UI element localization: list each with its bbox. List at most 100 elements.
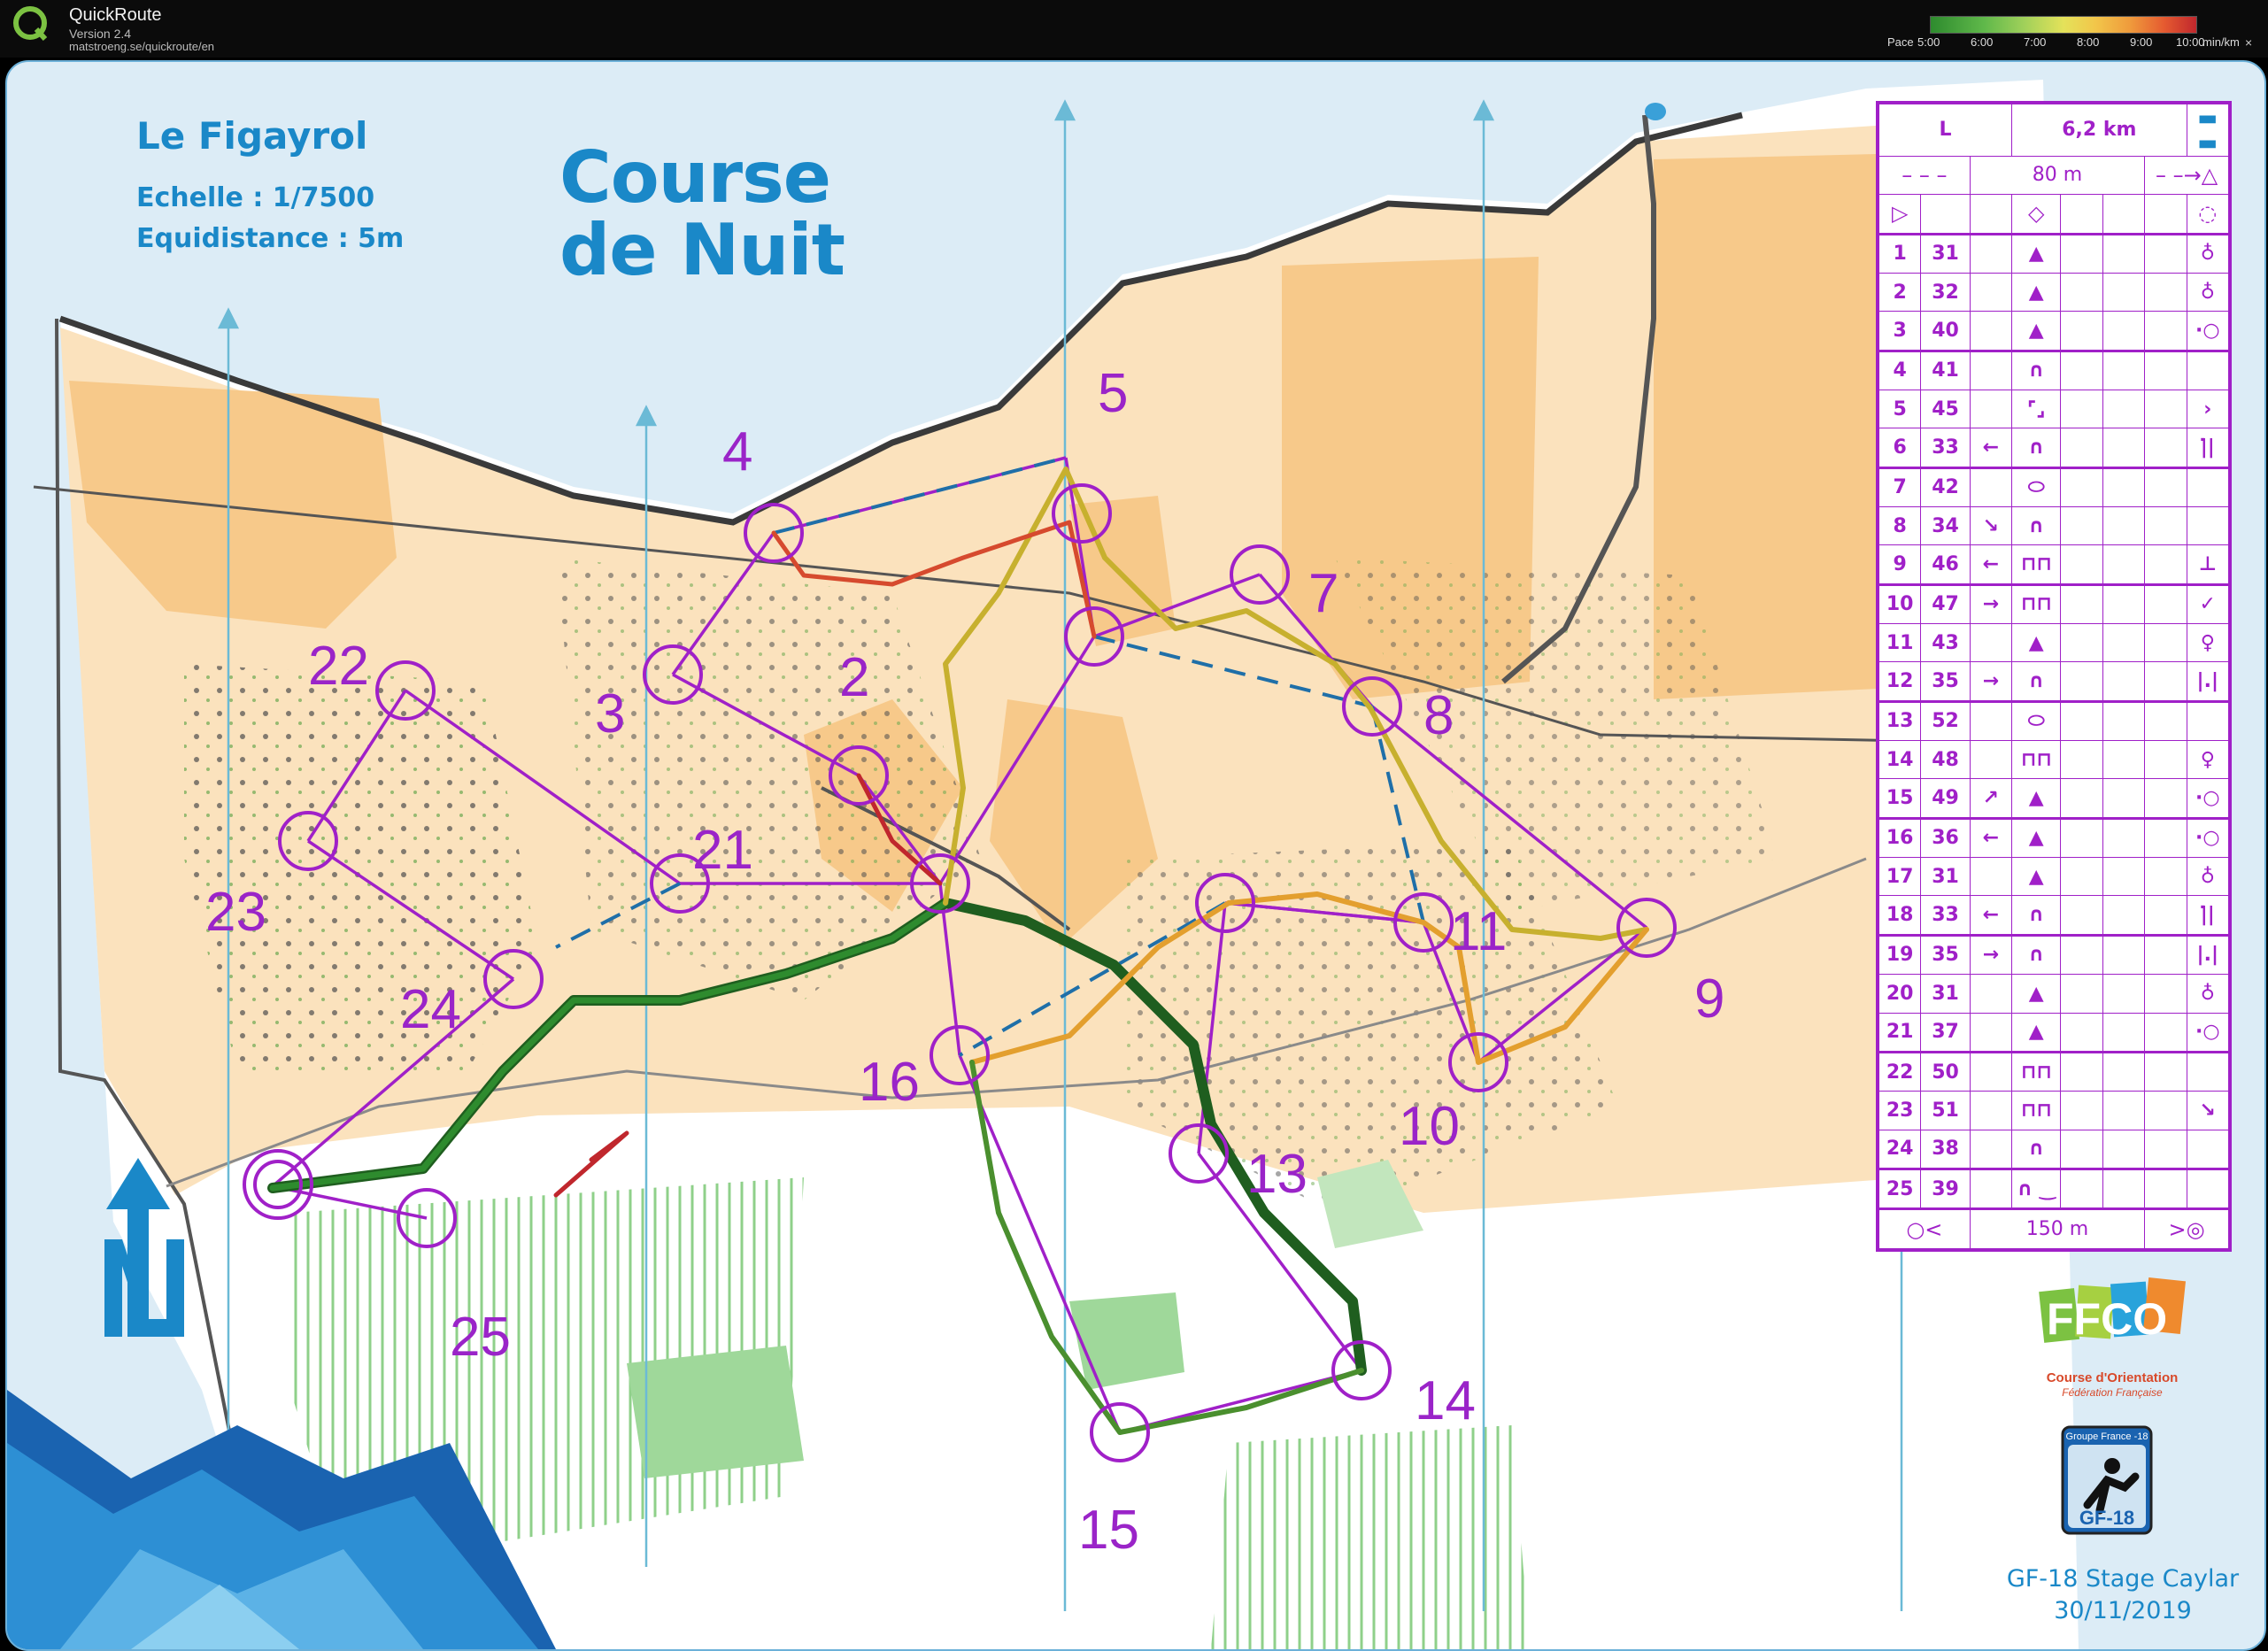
control-direction [1969, 1012, 2013, 1053]
control-feature: ▲ [2011, 311, 2062, 351]
control-feature: ▲ [2011, 816, 2062, 859]
control-col-e [2060, 1167, 2103, 1210]
control-direction: ← [1969, 544, 2013, 585]
control-row: 8 34 ↘ ∩ [1878, 505, 2230, 546]
control-col-f [2102, 428, 2146, 468]
control-code: 51 [1920, 1091, 1971, 1130]
control-direction: ← [1969, 895, 2013, 936]
event-title-line2: de Nuit [559, 209, 845, 292]
control-code: 52 [1920, 699, 1971, 742]
control-detail: ♁ [2186, 974, 2230, 1014]
control-code: 31 [1920, 857, 1971, 897]
control-col-g [2144, 661, 2187, 702]
control-row: 13 52 ⬭ [1878, 699, 2230, 742]
control-feature: ▲ [2011, 778, 2062, 819]
control-row: 25 39 ∩ ‿ [1878, 1167, 2230, 1210]
control-code: 37 [1920, 1012, 1971, 1053]
start-triangle-icon: – –→△ [2144, 155, 2229, 196]
control-number: 10 [1399, 1096, 1460, 1157]
orienteering-map[interactable]: Le Figayrol Echelle : 1/7500 Equidistanc… [5, 60, 2266, 1651]
control-number: 2 [839, 647, 870, 708]
control-col-f [2102, 699, 2146, 742]
app-url[interactable]: matstroeng.se/quickroute/en [69, 40, 214, 53]
control-seq: 12 [1878, 661, 1922, 702]
control-row: 3 40 ▲ ·○ [1878, 311, 2230, 351]
control-feature: ▲ [2011, 1012, 2062, 1053]
app-version: Version 2.4 [69, 27, 132, 41]
control-seq: 11 [1878, 623, 1922, 663]
control-col-e [2060, 232, 2103, 274]
control-row: 6 33 ← ∩ |̇| [1878, 428, 2230, 468]
control-seq: 25 [1878, 1167, 1922, 1210]
control-detail: |.| [2186, 933, 2230, 976]
control-detail [2186, 699, 2230, 742]
control-col-e [2060, 1129, 2103, 1169]
control-direction: → [1969, 933, 2013, 976]
control-description-sheet: L 6,2 km ▬ ▬ – – – 80 m – –→△ ▷ ◇ ◌ 1 31 ▲… [1876, 101, 2232, 1252]
control-row: 9 46 ← ⊓⊓ ⊥ [1878, 544, 2230, 585]
control-number: 16 [859, 1052, 920, 1113]
control-feature: ⊓⊓ [2011, 582, 2062, 625]
control-col-g [2144, 740, 2187, 780]
control-col-g [2144, 1050, 2187, 1092]
control-detail: |̇| [2186, 895, 2230, 936]
control-seq: 16 [1878, 816, 1922, 859]
control-direction [1969, 232, 2013, 274]
control-detail [2186, 505, 2230, 546]
control-number: 5 [1098, 363, 1129, 424]
control-direction [1969, 740, 2013, 780]
control-col-f [2102, 544, 2146, 585]
control-row: 12 35 → ∩ |.| [1878, 661, 2230, 702]
control-code: 41 [1920, 349, 1971, 390]
control-col-g [2144, 466, 2187, 507]
control-code: 46 [1920, 544, 1971, 585]
control-col-f [2102, 933, 2146, 976]
close-icon[interactable]: × [2245, 35, 2252, 50]
dash-icon: – – – [1878, 155, 1971, 196]
control-feature: ▲ [2011, 272, 2062, 312]
control-feature: ∩ [2011, 933, 2062, 976]
control-number: 23 [205, 882, 266, 943]
control-code: 33 [1920, 428, 1971, 468]
control-col-e [2060, 661, 2103, 702]
gf18-top-text: Groupe France -18 [2066, 1431, 2148, 1442]
ffco-name: Course d'Orientation [2046, 1370, 2179, 1385]
control-col-g [2144, 1129, 2187, 1169]
control-col-f [2102, 778, 2146, 819]
control-direction [1969, 699, 2013, 742]
control-col-g [2144, 428, 2187, 468]
map-contour-interval: Equidistance : 5m [136, 223, 405, 254]
control-direction [1969, 349, 2013, 390]
control-detail: |.| [2186, 661, 2230, 702]
app-title-bar: QuickRoute Version 2.4 matstroeng.se/qui… [0, 0, 2268, 58]
control-seq: 22 [1878, 1050, 1922, 1092]
control-col-e [2060, 778, 2103, 819]
pace-color-scale [1930, 16, 2197, 34]
control-seq: 21 [1878, 1012, 1922, 1053]
vegetation-stripes [1211, 1425, 1530, 1649]
control-row: 24 38 ∩ [1878, 1129, 2230, 1169]
clock-icon: ◌ [2186, 194, 2230, 235]
control-detail: ♁ [2186, 232, 2230, 274]
control-direction [1969, 857, 2013, 897]
control-detail: › [2186, 389, 2230, 429]
control-col-e [2060, 933, 2103, 976]
control-row: 19 35 → ∩ |.| [1878, 933, 2230, 976]
control-col-g [2144, 505, 2187, 546]
pace-unit: min/km [2202, 35, 2240, 49]
control-col-g [2144, 272, 2187, 312]
control-code: 31 [1920, 974, 1971, 1014]
control-direction: ↗ [1969, 778, 2013, 819]
control-code: 35 [1920, 933, 1971, 976]
control-number: 11 [1450, 901, 1508, 962]
control-feature: ▲ [2011, 857, 2062, 897]
ffco-logo-icon: FFCO [2039, 1277, 2187, 1344]
control-row: 5 45 ⌜⌟ › [1878, 389, 2230, 429]
control-col-e [2060, 349, 2103, 390]
control-col-g [2144, 895, 2187, 936]
control-seq: 3 [1878, 311, 1922, 351]
control-feature: ∩ [2011, 428, 2062, 468]
control-col-g [2144, 623, 2187, 663]
control-col-e [2060, 544, 2103, 585]
control-feature: ⊓⊓ [2011, 1091, 2062, 1130]
